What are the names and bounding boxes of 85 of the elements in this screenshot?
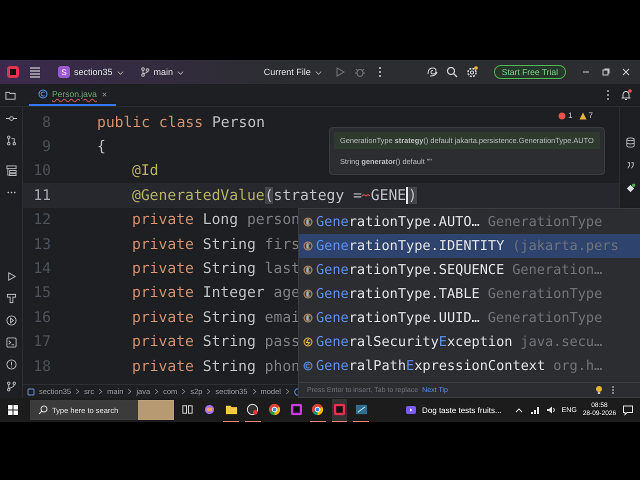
pull-requests-icon[interactable] xyxy=(6,135,16,146)
project-selector[interactable]: S section35 xyxy=(54,64,128,80)
services-icon[interactable] xyxy=(6,315,16,326)
enum-icon xyxy=(303,217,313,227)
chevron-icon xyxy=(284,388,290,395)
editor-tab[interactable]: Person.java xyxy=(29,84,116,106)
code-line: private String emai xyxy=(132,308,300,326)
restore-icon[interactable] xyxy=(600,66,612,78)
enum-icon xyxy=(303,265,313,275)
lightbulb-icon[interactable] xyxy=(594,385,604,395)
network-icon[interactable] xyxy=(530,405,540,415)
start-free-trial-button[interactable]: Start Free Trial xyxy=(494,65,566,79)
terminal-icon[interactable] xyxy=(6,337,16,348)
close-icon[interactable] xyxy=(100,90,108,98)
completion-item[interactable]: GenerationType.SEQUENCE Generation… xyxy=(299,258,640,282)
code-line: @GeneratedValue(strategy = GENE) xyxy=(132,186,417,204)
error-count[interactable]: 1 xyxy=(568,111,573,120)
chevron-icon xyxy=(154,388,160,395)
enum-icon xyxy=(303,289,313,299)
module-icon xyxy=(27,388,35,396)
media-title: Dog taste tests fruits... xyxy=(422,406,502,414)
completion-item[interactable]: GenerationType.UUID… GenerationType xyxy=(299,306,640,330)
code-line: public class Person xyxy=(97,114,266,131)
completion-item[interactable]: GenerationType.TABLE GenerationType xyxy=(299,282,640,306)
code-line: { xyxy=(97,138,106,156)
run-config-selector[interactable]: Current File xyxy=(260,65,326,79)
chevron-icon xyxy=(181,388,186,395)
database-icon[interactable] xyxy=(624,137,636,148)
volume-icon[interactable] xyxy=(546,405,556,415)
branch-icon xyxy=(140,67,150,77)
folder-icon[interactable] xyxy=(5,90,16,100)
completion-item[interactable]: GeneralPathExpressionContext org.h… xyxy=(299,354,640,378)
error-icon[interactable] xyxy=(558,112,566,120)
close-icon[interactable] xyxy=(620,66,632,78)
chevron-icon xyxy=(206,388,212,395)
run-icon[interactable] xyxy=(6,271,16,282)
code-line: private String last xyxy=(132,260,300,278)
search-icon[interactable] xyxy=(446,66,458,78)
chevron-icon xyxy=(252,388,257,395)
code-line: private String phon xyxy=(132,358,300,375)
caret-icon xyxy=(314,68,322,76)
record-icon xyxy=(246,403,260,416)
class-icon xyxy=(38,89,48,99)
completion-item[interactable]: GenerationType.AUTO… GenerationType xyxy=(299,210,640,234)
completion-item[interactable]: GeneralSecurityException java.secu… xyxy=(299,330,640,354)
start-icon[interactable] xyxy=(6,403,20,417)
app-logo-icon[interactable] xyxy=(6,65,20,79)
code-line: private String firs xyxy=(132,236,300,253)
chrome-icon xyxy=(311,403,324,416)
branch-selector[interactable]: main xyxy=(136,65,188,79)
chevron-icon xyxy=(127,388,132,395)
media-widget[interactable]: Dog taste tests fruits... xyxy=(405,404,502,416)
caret-icon xyxy=(177,68,184,76)
code-line: private String pass xyxy=(132,333,300,350)
error-squiggle xyxy=(362,194,370,197)
spiral-icon[interactable] xyxy=(426,66,438,78)
code-line: private Integer age xyxy=(132,284,300,302)
completion-item[interactable]: GenerationType.IDENTITY (jakarta.pers xyxy=(299,234,640,258)
chevron-icon xyxy=(75,388,80,395)
settings-icon[interactable] xyxy=(466,66,478,78)
notifications-icon[interactable] xyxy=(620,89,632,101)
git-icon[interactable] xyxy=(6,381,16,392)
files-icon xyxy=(224,403,238,416)
warning-count[interactable]: 7 xyxy=(588,111,593,120)
quote-icon[interactable] xyxy=(624,160,636,171)
notifications-icon[interactable] xyxy=(622,404,634,416)
taskview-icon xyxy=(181,403,194,416)
structure-icon[interactable] xyxy=(6,165,16,176)
exception-icon xyxy=(303,337,313,347)
enum-icon xyxy=(303,241,313,251)
chrome-icon xyxy=(268,403,282,416)
app-icon xyxy=(354,403,368,416)
bug-icon[interactable] xyxy=(354,66,366,78)
warning-icon[interactable] xyxy=(578,112,587,120)
caret-icon xyxy=(116,68,124,76)
line-number: 11 xyxy=(32,186,51,204)
code-line: private Long person xyxy=(132,211,300,228)
menu-icon[interactable] xyxy=(28,65,42,79)
video-icon xyxy=(405,404,418,416)
enum-icon xyxy=(303,313,313,323)
class-icon xyxy=(303,361,313,371)
chevron-icon xyxy=(98,388,104,395)
photo-placeholder xyxy=(138,400,174,420)
problems-icon[interactable] xyxy=(6,359,16,370)
code-line: @Id xyxy=(132,162,159,180)
